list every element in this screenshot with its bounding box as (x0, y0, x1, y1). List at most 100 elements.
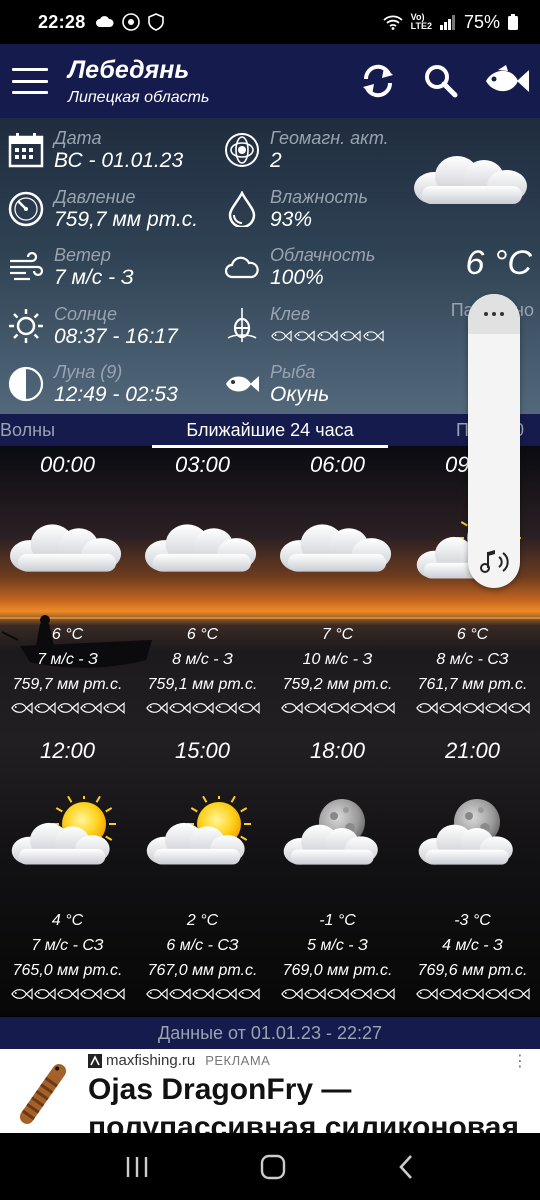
hour-bite-rating (270, 701, 405, 715)
hour-wind: 4 м/с - З (442, 937, 503, 954)
fish-rating-icon (415, 701, 438, 715)
hour-bite-rating (135, 701, 270, 715)
battery-percent: 75% (463, 11, 500, 32)
ad-source-name: maxfishing.ru (106, 1052, 196, 1069)
fish-rating-icon (168, 701, 191, 715)
wifi-icon (383, 15, 403, 30)
detail-label: Облачность (270, 245, 376, 265)
detail-value: 7 м/с - З (54, 266, 134, 289)
hour-temp: 6 °C (186, 626, 219, 643)
refresh-icon[interactable] (358, 63, 398, 99)
ad-more-icon[interactable]: ⋮ (512, 1051, 528, 1071)
hour-pressure: 761,7 мм рт.с. (417, 676, 528, 693)
hour-bite-rating (0, 701, 135, 715)
hour-temp: 2 °C (186, 912, 219, 929)
fish-rating-icon (145, 701, 168, 715)
home-icon[interactable] (260, 1154, 286, 1180)
detail-label: Ветер (54, 245, 111, 265)
fish-rating-icon (293, 329, 315, 343)
detail-fish: Рыба Окунь (224, 362, 329, 408)
current-temperature: 6 °C (465, 244, 532, 282)
geomagnetic-icon (225, 133, 259, 167)
fish-rating-icon (56, 701, 79, 715)
detail-value: Окунь (270, 383, 330, 406)
tab-waves[interactable]: Волны (0, 420, 55, 441)
detail-label: Влажность (270, 187, 368, 207)
data-timestamp: Данные от 01.01.23 - 22:27 (0, 1017, 540, 1049)
fish-rating-icon (33, 701, 56, 715)
tab-next-24h[interactable]: Ближайшие 24 часа (152, 420, 388, 448)
ad-headline[interactable]: Ojas DragonFry — полупассивная силиконов… (88, 1071, 528, 1133)
menu-icon[interactable] (12, 68, 48, 94)
detail-label: Давление (54, 187, 136, 207)
detail-geomagnetic: Геомагн. акт. 2 (224, 128, 389, 174)
hour-time: 21:00 (444, 738, 501, 763)
hour-forecast-cell[interactable]: 12:00 4 °C 7 м/с - СЗ 765,0 мм рт.с. (0, 738, 135, 1008)
hour-pressure: 769,0 мм рт.с. (282, 962, 393, 979)
fish-rating-icon (326, 987, 349, 1001)
city-title: Лебедянь (68, 55, 190, 84)
fish-rating-icon (339, 329, 361, 343)
recent-apps-icon[interactable] (125, 1156, 149, 1178)
detail-value: 100% (270, 266, 324, 289)
drop-icon (228, 191, 256, 227)
hour-pressure: 769,6 мм рт.с. (417, 962, 528, 979)
hour-temp: 6 °C (456, 626, 489, 643)
hour-bite-rating (405, 987, 540, 1001)
search-icon[interactable] (424, 64, 458, 98)
fish-rating-icon (280, 987, 303, 1001)
sound-notification-icon[interactable] (478, 548, 510, 576)
ad-source: maxfishing.ru РЕКЛАМА (88, 1052, 270, 1069)
detail-humidity: Влажность 93% (224, 187, 368, 233)
ad-banner[interactable]: maxfishing.ru РЕКЛАМА ⋮ Ojas DragonFry —… (0, 1049, 540, 1133)
hour-forecast-cell[interactable]: 18:00 -1 °C 5 м/с - З 769,0 мм рт.с. (270, 738, 405, 1008)
hour-forecast-cell[interactable]: 00:00 6 °C 7 м/с - З 759,7 мм рт.с. (0, 452, 135, 722)
fish-icon (226, 376, 259, 392)
hour-forecast-cell[interactable]: 15:00 2 °C 6 м/с - СЗ 767,0 мм рт.с. (135, 738, 270, 1008)
fish-menu-icon[interactable] (484, 64, 530, 98)
hour-pressure: 759,1 мм рт.с. (147, 676, 258, 693)
system-navigation-bar (0, 1133, 540, 1200)
hour-temp: -3 °C (454, 912, 491, 929)
hour-bite-rating (405, 701, 540, 715)
fish-rating-icon (484, 987, 507, 1001)
fish-rating-icon (316, 329, 338, 343)
fish-rating-icon (349, 701, 372, 715)
moon-cloud-weather-icon (283, 799, 378, 865)
fish-rating-icon (372, 701, 395, 715)
hour-time: 18:00 (309, 738, 366, 763)
fish-rating-icon (102, 701, 125, 715)
detail-label: Луна (9) (54, 362, 123, 382)
fish-rating-icon (168, 987, 191, 1001)
detail-moon: Луна (9) 12:49 - 02:53 (8, 362, 178, 408)
fish-rating-icon (507, 701, 530, 715)
hour-forecast-cell[interactable]: 21:00 -3 °C 4 м/с - З 769,6 мм рт.с. (405, 738, 540, 1008)
hour-time: 12:00 (39, 738, 96, 763)
cloud-notification-icon (95, 16, 114, 27)
hour-wind: 8 м/с - СЗ (436, 651, 509, 668)
floating-side-panel[interactable] (468, 294, 520, 588)
fish-rating-icon (362, 329, 384, 343)
cloudy-weather-icon (279, 524, 392, 572)
detail-label: Солнце (54, 304, 117, 324)
hour-pressure: 759,7 мм рт.с. (12, 676, 123, 693)
fish-rating-icon (102, 987, 125, 1001)
fish-rating-icon (461, 987, 484, 1001)
wind-icon (10, 251, 44, 281)
overcast-weather-icon (414, 156, 527, 204)
hour-temp: 7 °C (321, 626, 354, 643)
bite-rating (270, 329, 384, 343)
fish-rating-icon (237, 701, 260, 715)
hour-wind: 6 м/с - СЗ (166, 937, 239, 954)
hour-forecast-cell[interactable]: 06:00 7 °C 10 м/с - З 759,2 мм рт.с. (270, 452, 405, 722)
detail-pressure: Давление 759,7 мм рт.с. (8, 187, 198, 233)
back-icon[interactable] (397, 1154, 415, 1180)
fish-rating-icon (303, 701, 326, 715)
sun-cloud-weather-icon (11, 796, 116, 865)
detail-label: Геомагн. акт. (270, 128, 389, 148)
cloud-icon (224, 256, 259, 279)
detail-value: 759,7 мм рт.с. (54, 208, 199, 231)
hour-forecast-cell[interactable]: 03:00 6 °C 8 м/с - З 759,1 мм рт.с. (135, 452, 270, 722)
moon-cloud-weather-icon (418, 799, 513, 865)
fish-rating-icon (349, 987, 372, 1001)
